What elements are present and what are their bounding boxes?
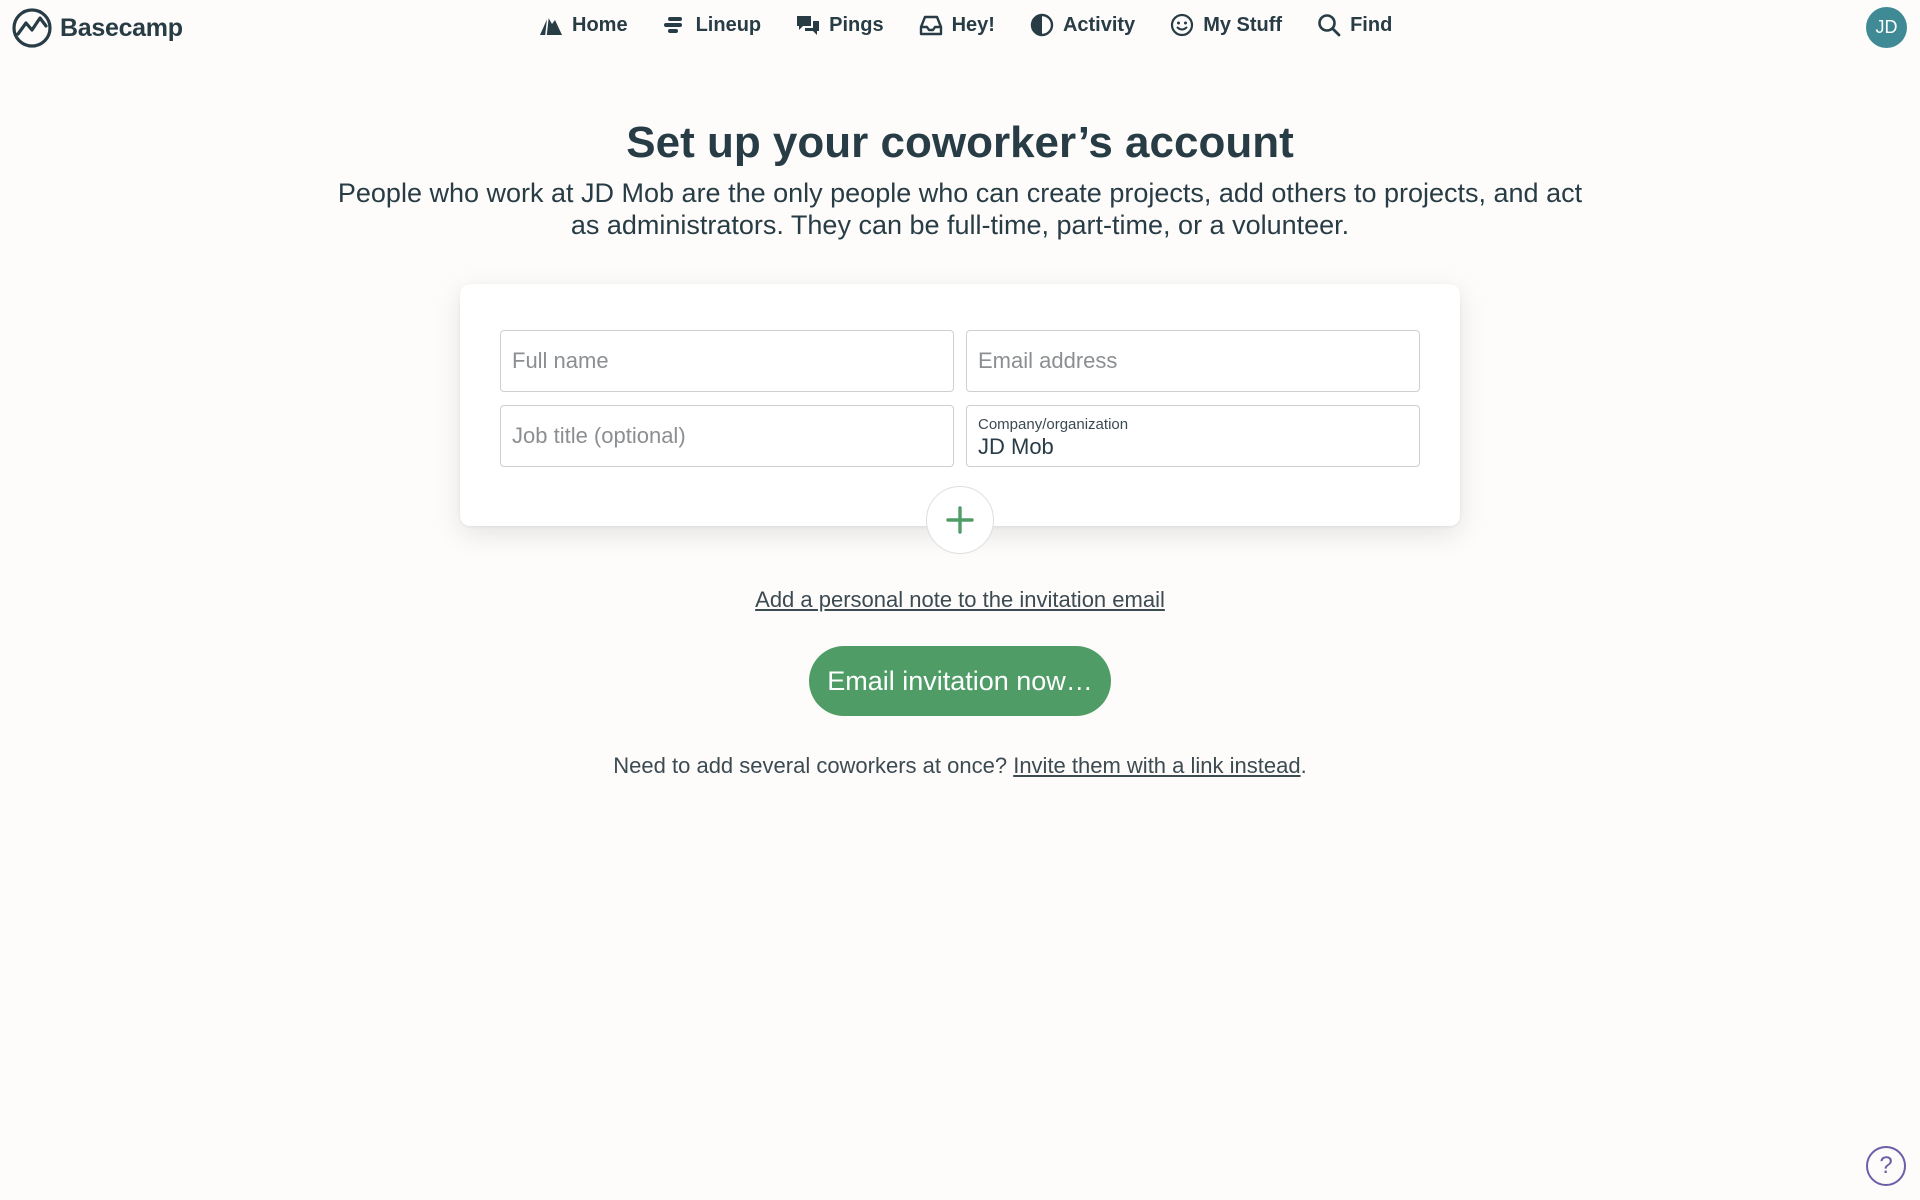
nav-pings[interactable]: Pings [795,12,884,38]
chat-bubbles-icon [797,16,820,35]
job-title-input[interactable] [501,406,953,466]
invite-link-hint-prefix: Need to add several coworkers at once? [613,753,1008,778]
full-name-input[interactable] [501,331,953,391]
user-avatar[interactable]: JD [1866,7,1907,48]
search-icon [1318,14,1341,37]
nav-home-label: Home [572,13,628,36]
email-field-wrapper [966,330,1420,392]
plus-icon [946,506,974,534]
intro-text: People who work at JD Mob are the only p… [337,178,1583,240]
nav-my-stuff[interactable]: My Stuff [1169,12,1282,38]
basecamp-logo-icon [12,8,52,48]
invite-with-link-link[interactable]: Invite them with a link instead [1013,753,1300,778]
full-name-field-wrapper [500,330,954,392]
nav-find[interactable]: Find [1316,12,1392,38]
nav-hey[interactable]: Hey! [918,12,995,38]
inbox-tray-icon [919,15,942,36]
mountain-icon [540,16,562,36]
half-circle-icon [1030,13,1054,37]
app-name: Basecamp [60,13,183,42]
email-address-input[interactable] [967,331,1419,391]
invite-link-hint: Need to add several coworkers at once? I… [0,753,1920,779]
help-button[interactable]: ? [1866,1146,1906,1186]
nav-find-label: Find [1350,13,1393,36]
company-field-wrapper: Company/organization [966,405,1420,467]
nav-home[interactable]: Home [538,12,628,38]
nav-lineup[interactable]: Lineup [662,12,762,38]
nav-pings-label: Pings [829,13,884,36]
smiley-icon [1171,13,1194,37]
nav-lineup-label: Lineup [695,13,762,36]
main-nav: Home Lineup Pings Hey! Activity My Stuff… [538,12,1392,38]
job-title-field-wrapper [500,405,954,467]
add-personal-note-link[interactable]: Add a personal note to the invitation em… [755,587,1165,612]
nav-activity[interactable]: Activity [1029,12,1135,38]
add-another-person-button[interactable] [926,486,994,554]
nav-activity-label: Activity [1062,13,1136,36]
page-title: Set up your coworker’s account [626,118,1294,167]
top-navigation-bar: Basecamp Home Lineup Pings Hey! Activity… [0,0,1920,54]
nav-hey-label: Hey! [951,13,995,36]
nav-my-stuff-label: My Stuff [1203,13,1283,36]
lineup-icon [663,17,682,33]
company-input[interactable] [967,406,1419,466]
basecamp-logo-link[interactable]: Basecamp [10,8,183,48]
invite-link-hint-suffix: . [1300,753,1307,778]
email-invitation-button[interactable]: Email invitation now… [809,646,1111,716]
personal-note-row: Add a personal note to the invitation em… [0,587,1920,613]
